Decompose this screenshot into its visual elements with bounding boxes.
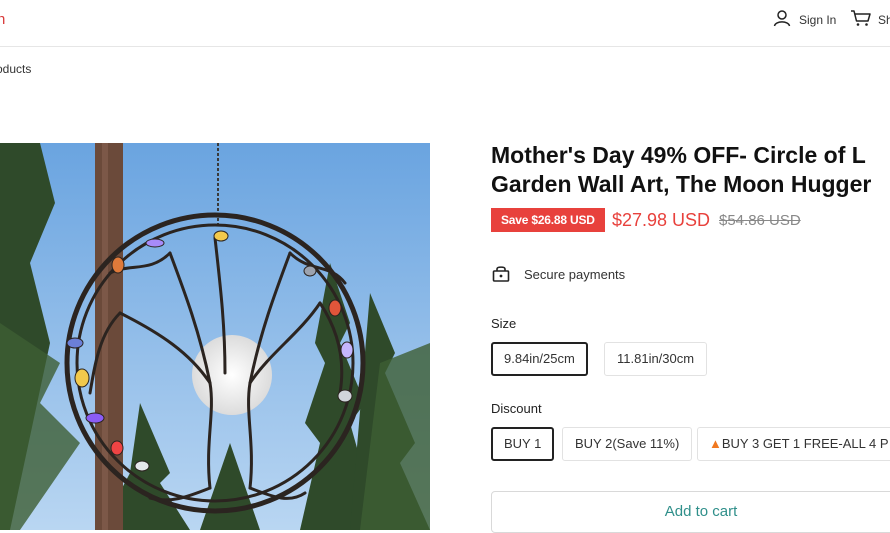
size-label: Size — [491, 316, 517, 331]
user-icon — [773, 9, 791, 30]
cart-icon — [850, 9, 872, 30]
discount-option-buy-3[interactable]: ▲BUY 3 GET 1 FREE-ALL 4 P — [697, 427, 890, 461]
breadcrumb[interactable]: roducts — [0, 62, 31, 76]
cart-link[interactable]: Sh — [850, 9, 890, 30]
lock-icon — [491, 263, 511, 286]
discount-label: Discount — [491, 401, 542, 416]
discount-option-buy-2[interactable]: BUY 2(Save 11%) — [562, 427, 693, 461]
secure-payments-label: Secure payments — [524, 267, 626, 282]
sign-in-label: Sign In — [799, 12, 837, 27]
cart-label: Sh — [878, 12, 890, 27]
save-badge: Save $26.88 USD — [491, 208, 605, 232]
discount-option-buy-3-label: BUY 3 GET 1 FREE-ALL 4 P — [721, 436, 889, 451]
sale-price: $27.98 USD — [612, 210, 711, 230]
size-option-30cm[interactable]: 11.81in/30cm — [604, 342, 708, 376]
size-option-25cm[interactable]: 9.84in/25cm — [491, 342, 588, 376]
secure-payments: Secure payments — [491, 263, 625, 286]
product-title: Mother's Day 49% OFF- Circle of L Garden… — [491, 141, 890, 199]
store-logo[interactable]: n — [0, 11, 5, 28]
product-title-line-1: Mother's Day 49% OFF- Circle of L — [491, 142, 866, 168]
product-image[interactable] — [0, 143, 430, 530]
product-title-line-2: Garden Wall Art, The Moon Hugger — [491, 171, 872, 197]
add-to-cart-button[interactable]: Add to cart — [491, 491, 890, 533]
fire-icon: ▲ — [709, 436, 722, 451]
site-header: n Sign In Sh — [0, 0, 890, 47]
sign-in-link[interactable]: Sign In — [773, 9, 836, 30]
compare-at-price: $54.86 USD — [719, 212, 801, 229]
discount-option-buy-1[interactable]: BUY 1 — [491, 427, 555, 461]
